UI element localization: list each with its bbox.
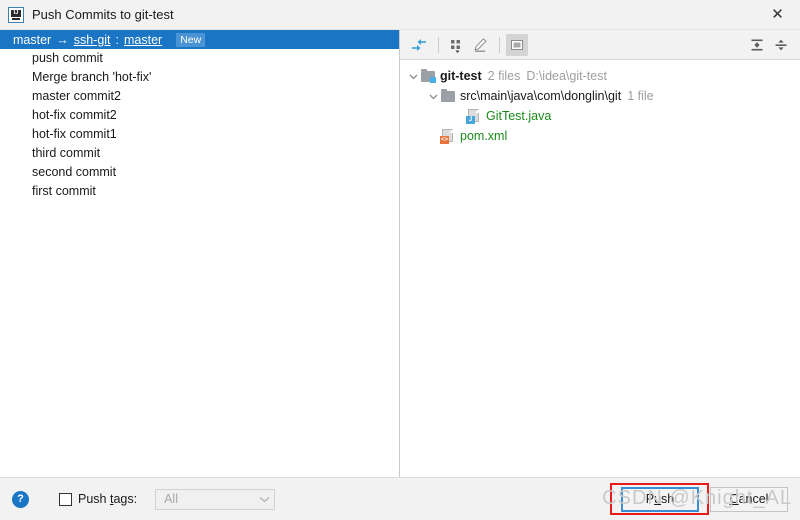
push-button-label-post: sh (661, 492, 675, 506)
dialog-bottom-bar: ? Push tags: All Pu sh Cancel CSDN @Knigh… (0, 477, 800, 520)
push-tags-combo-value: All (164, 492, 178, 506)
java-file-icon: J (466, 108, 482, 124)
chevron-down-icon[interactable] (406, 72, 420, 81)
toolbar-separator (438, 36, 439, 53)
close-icon[interactable]: ✕ (755, 0, 800, 29)
tree-node-label: src\main\java\com\donglin\git (460, 89, 622, 103)
new-branch-badge: New (176, 32, 206, 47)
tree-row[interactable]: J GitTest.java (400, 106, 800, 126)
tree-node-path: D:\idea\git-test (526, 69, 607, 83)
chevron-down-icon[interactable] (426, 92, 440, 101)
tree-node-filecount: 2 files (487, 69, 521, 83)
push-button-label-mnemonic: u (654, 492, 662, 506)
app-icon-letters: IJ (13, 9, 19, 16)
commit-list-item[interactable]: hot-fix commit1 (0, 125, 399, 144)
remote-name-link[interactable]: ssh-git (74, 33, 111, 47)
commits-panel[interactable]: master → ssh-git : master New push commi… (0, 30, 399, 477)
chevron-down-icon (259, 496, 270, 503)
push-tags-label-post: ags: (113, 492, 138, 506)
push-tags-label-pre: Push (78, 492, 110, 506)
preview-panel-icon[interactable] (506, 33, 528, 56)
push-tags-group: Push tags: All (59, 488, 276, 510)
edit-pencil-icon[interactable] (469, 34, 491, 56)
tree-row[interactable]: git-test 2 files D:\idea\git-test (400, 66, 800, 86)
window-title: Push Commits to git-test (32, 7, 174, 22)
cancel-button-label-post: ancel (738, 492, 769, 506)
dialog-buttons: Pu sh Cancel (621, 486, 788, 512)
push-tags-label: Push tags: (78, 492, 137, 506)
tree-node-filecount: 1 file (627, 89, 654, 103)
commit-list-item[interactable]: push commit (0, 49, 399, 68)
push-tags-combo[interactable]: All (155, 488, 276, 510)
tree-row[interactable]: <> pom.xml (400, 126, 800, 146)
push-button-label-pre: P (645, 492, 655, 506)
files-toolbar (400, 30, 800, 60)
local-branch-label: master (13, 32, 52, 47)
tree-node-label: git-test (440, 69, 482, 83)
xml-file-icon: <> (440, 128, 456, 144)
remote-branch-link[interactable]: master (124, 33, 162, 47)
help-button[interactable]: ? (12, 490, 29, 508)
branch-separator: : (115, 32, 120, 47)
group-by-icon[interactable] (445, 34, 467, 56)
commit-list-item[interactable]: second commit (0, 163, 399, 182)
dialog-content: master → ssh-git : master New push commi… (0, 29, 800, 477)
collapse-all-icon[interactable] (770, 34, 792, 56)
push-commits-dialog: IJ Push Commits to git-test ✕ master → s… (0, 0, 800, 520)
arrow-icon: → (56, 32, 69, 47)
folder-vcs-icon (420, 68, 436, 84)
commit-list-item[interactable]: Merge branch 'hot-fix' (0, 68, 399, 87)
commit-list: push commit Merge branch 'hot-fix' maste… (0, 49, 399, 201)
commit-list-item[interactable]: first commit (0, 182, 399, 201)
branch-header-row[interactable]: master → ssh-git : master New (0, 30, 399, 49)
cancel-button[interactable]: Cancel (710, 486, 788, 512)
tree-node-label: GitTest.java (486, 109, 552, 123)
push-button[interactable]: Pu sh (621, 486, 699, 512)
toolbar-separator (499, 36, 500, 53)
commit-list-item[interactable]: hot-fix commit2 (0, 106, 399, 125)
changed-files-panel: git-test 2 files D:\idea\git-test src\ma… (400, 30, 800, 477)
tree-node-label: pom.xml (460, 129, 508, 143)
commit-list-item[interactable]: third commit (0, 144, 399, 163)
commit-list-item[interactable]: master commit2 (0, 87, 399, 106)
intellij-idea-icon: IJ (8, 6, 24, 23)
push-tags-checkbox[interactable] (59, 492, 72, 506)
cancel-button-label-mnemonic: C (729, 492, 739, 506)
changed-files-tree[interactable]: git-test 2 files D:\idea\git-test src\ma… (400, 60, 800, 477)
folder-icon (440, 88, 456, 104)
expand-collapse-diff-icon[interactable] (408, 34, 430, 56)
tree-row[interactable]: src\main\java\com\donglin\git 1 file (400, 86, 800, 106)
expand-all-icon[interactable] (746, 34, 768, 56)
title-bar: IJ Push Commits to git-test ✕ (0, 0, 800, 29)
